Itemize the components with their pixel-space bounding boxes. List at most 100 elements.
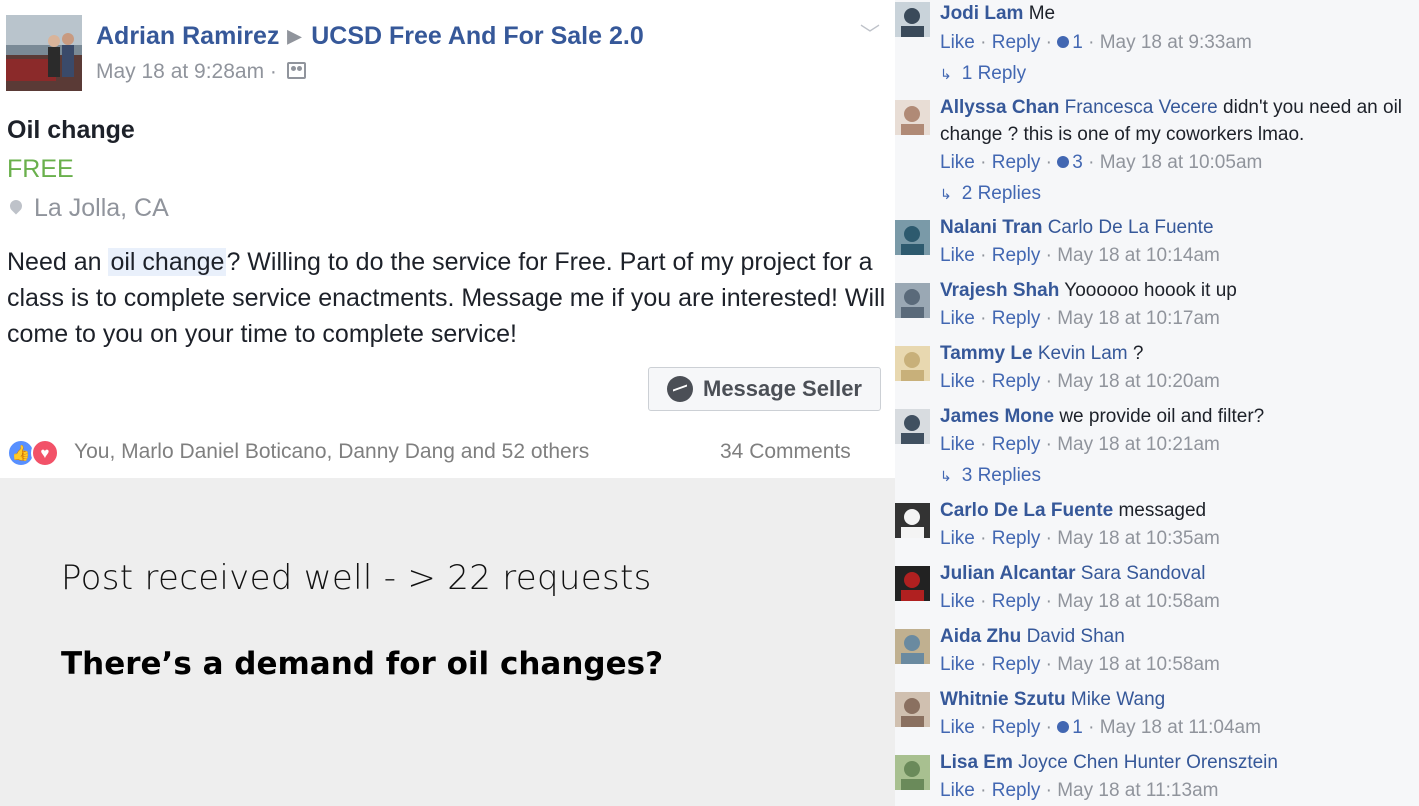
message-seller-button[interactable]: Message Seller <box>648 367 881 411</box>
commenter-avatar[interactable] <box>895 409 930 444</box>
reply-link[interactable]: Reply <box>992 434 1041 455</box>
reaction-icons[interactable]: 👍 ♥ <box>7 438 59 468</box>
tagged-user[interactable]: Kevin Lam <box>1038 343 1128 364</box>
reply-link[interactable]: Reply <box>992 528 1041 549</box>
highlighted-keyword: oil change <box>108 248 227 276</box>
like-link[interactable]: Like <box>940 434 975 455</box>
commenter-name[interactable]: James Mone <box>940 406 1054 427</box>
commenter-name[interactable]: Carlo De La Fuente <box>940 500 1113 521</box>
commenter-avatar[interactable] <box>895 346 930 381</box>
tagged-user[interactable]: Carlo De La Fuente <box>1048 217 1214 238</box>
commenter-name[interactable]: Lisa Em <box>940 752 1013 773</box>
commenter-avatar[interactable] <box>895 503 930 538</box>
comment-timestamp[interactable]: May 18 at 10:05am <box>1100 152 1263 173</box>
view-replies-link[interactable]: ↳ 3 Replies <box>940 465 1041 487</box>
commenter-name[interactable]: Aida Zhu <box>940 626 1021 647</box>
comment-body: Carlo De La Fuente messaged <box>940 497 1410 524</box>
location-pin-icon <box>7 197 25 215</box>
comment-timestamp[interactable]: May 18 at 10:58am <box>1057 591 1220 612</box>
comments-panel: Jodi Lam Me Like · Reply · 1 · May 18 at … <box>895 0 1419 806</box>
tagged-user[interactable]: Francesca Vecere <box>1065 97 1218 118</box>
item-title: Oil change <box>7 116 135 144</box>
comment-text: Me <box>1028 3 1056 24</box>
reaction-count[interactable]: 3 <box>1057 152 1083 173</box>
chevron-down-icon[interactable]: ﹀ <box>860 18 880 47</box>
comment-timestamp[interactable]: May 18 at 10:35am <box>1057 528 1220 549</box>
commenter-name[interactable]: Jodi Lam <box>940 3 1023 24</box>
like-link[interactable]: Like <box>940 32 975 53</box>
like-count-icon <box>1057 36 1070 48</box>
commenter-avatar[interactable] <box>895 2 930 37</box>
comment-actions: Like · Reply · May 18 at 11:13am <box>940 780 1219 801</box>
reply-link[interactable]: Reply <box>992 371 1041 392</box>
comment-timestamp[interactable]: May 18 at 11:04am <box>1100 717 1261 738</box>
like-link[interactable]: Like <box>940 654 975 675</box>
group-audience-icon[interactable] <box>286 62 306 79</box>
comment-actions: Like · Reply · May 18 at 10:20am <box>940 371 1220 392</box>
tagged-user[interactable]: Mike Wang <box>1071 689 1165 710</box>
item-description: Need an oil change? Willing to do the se… <box>7 244 887 352</box>
reply-link[interactable]: Reply <box>992 591 1041 612</box>
comment-timestamp[interactable]: May 18 at 11:13am <box>1057 780 1218 801</box>
reply-link[interactable]: Reply <box>992 308 1041 329</box>
commenter-name[interactable]: Nalani Tran <box>940 217 1042 238</box>
commenter-name[interactable]: Vrajesh Shah <box>940 280 1059 301</box>
commenter-avatar[interactable] <box>895 629 930 664</box>
like-link[interactable]: Like <box>940 245 975 266</box>
reply-link[interactable]: Reply <box>992 152 1041 173</box>
author-name[interactable]: Adrian Ramirez <box>96 22 279 50</box>
tagged-user[interactable]: Joyce Chen Hunter Orensztein <box>1018 752 1278 773</box>
like-link[interactable]: Like <box>940 591 975 612</box>
reaction-count[interactable]: 1 <box>1057 32 1083 53</box>
comment-body: Julian Alcantar Sara Sandoval <box>940 560 1410 587</box>
like-link[interactable]: Like <box>940 780 975 801</box>
reply-link[interactable]: Reply <box>992 780 1041 801</box>
comment-actions: Like · Reply · May 18 at 10:35am <box>940 528 1220 549</box>
reply-link[interactable]: Reply <box>992 654 1041 675</box>
commenter-avatar[interactable] <box>895 566 930 601</box>
comment-timestamp[interactable]: May 18 at 10:21am <box>1057 434 1220 455</box>
arrow-right-icon: ▶ <box>287 26 302 46</box>
comment-body: Vrajesh Shah Yoooooo hoook it up <box>940 277 1410 304</box>
view-replies-link[interactable]: ↳ 2 Replies <box>940 183 1041 205</box>
commenter-avatar[interactable] <box>895 755 930 790</box>
like-link[interactable]: Like <box>940 717 975 738</box>
comment-body: Jodi Lam Me <box>940 0 1410 27</box>
like-link[interactable]: Like <box>940 371 975 392</box>
reaction-count[interactable]: 1 <box>1057 717 1083 738</box>
comment-timestamp[interactable]: May 18 at 10:58am <box>1057 654 1220 675</box>
commenter-name[interactable]: Whitnie Szutu <box>940 689 1066 710</box>
like-link[interactable]: Like <box>940 528 975 549</box>
commenter-name[interactable]: Tammy Le <box>940 343 1033 364</box>
comment-timestamp[interactable]: May 18 at 10:20am <box>1057 371 1220 392</box>
reply-link[interactable]: Reply <box>992 245 1041 266</box>
reply-link[interactable]: Reply <box>992 32 1041 53</box>
commenter-avatar[interactable] <box>895 100 930 135</box>
group-name[interactable]: UCSD Free And For Sale 2.0 <box>311 22 644 50</box>
tagged-user[interactable]: David Shan <box>1027 626 1125 647</box>
comment-timestamp[interactable]: May 18 at 10:14am <box>1057 245 1220 266</box>
reaction-count-value: 3 <box>1072 152 1083 173</box>
tagged-user[interactable]: Sara Sandoval <box>1081 563 1206 584</box>
author-avatar[interactable] <box>6 15 82 91</box>
post-timestamp[interactable]: May 18 at 9:28am <box>96 60 264 83</box>
like-link[interactable]: Like <box>940 308 975 329</box>
like-link[interactable]: Like <box>940 152 975 173</box>
comment-timestamp[interactable]: May 18 at 9:33am <box>1100 32 1252 53</box>
view-replies-link[interactable]: ↳ 1 Reply <box>940 63 1026 85</box>
commenter-name[interactable]: Allyssa Chan <box>940 97 1059 118</box>
comment-timestamp[interactable]: May 18 at 10:17am <box>1057 308 1220 329</box>
commenter-avatar[interactable] <box>895 220 930 255</box>
love-reaction-icon: ♥ <box>31 439 59 467</box>
comment-body: Tammy Le Kevin Lam ? <box>940 340 1410 367</box>
comments-count-link[interactable]: 34 Comments <box>720 440 851 464</box>
reply-link[interactable]: Reply <box>992 717 1041 738</box>
like-count-icon <box>1057 721 1070 733</box>
description-text: Need an <box>7 248 109 276</box>
commenter-avatar[interactable] <box>895 283 930 318</box>
comment-text: ? <box>1132 343 1144 364</box>
commenter-avatar[interactable] <box>895 692 930 727</box>
comment-text: Yoooooo hoook it up <box>1064 280 1237 301</box>
commenter-name[interactable]: Julian Alcantar <box>940 563 1076 584</box>
reaction-summary[interactable]: You, Marlo Daniel Boticano, Danny Dang a… <box>74 440 589 464</box>
